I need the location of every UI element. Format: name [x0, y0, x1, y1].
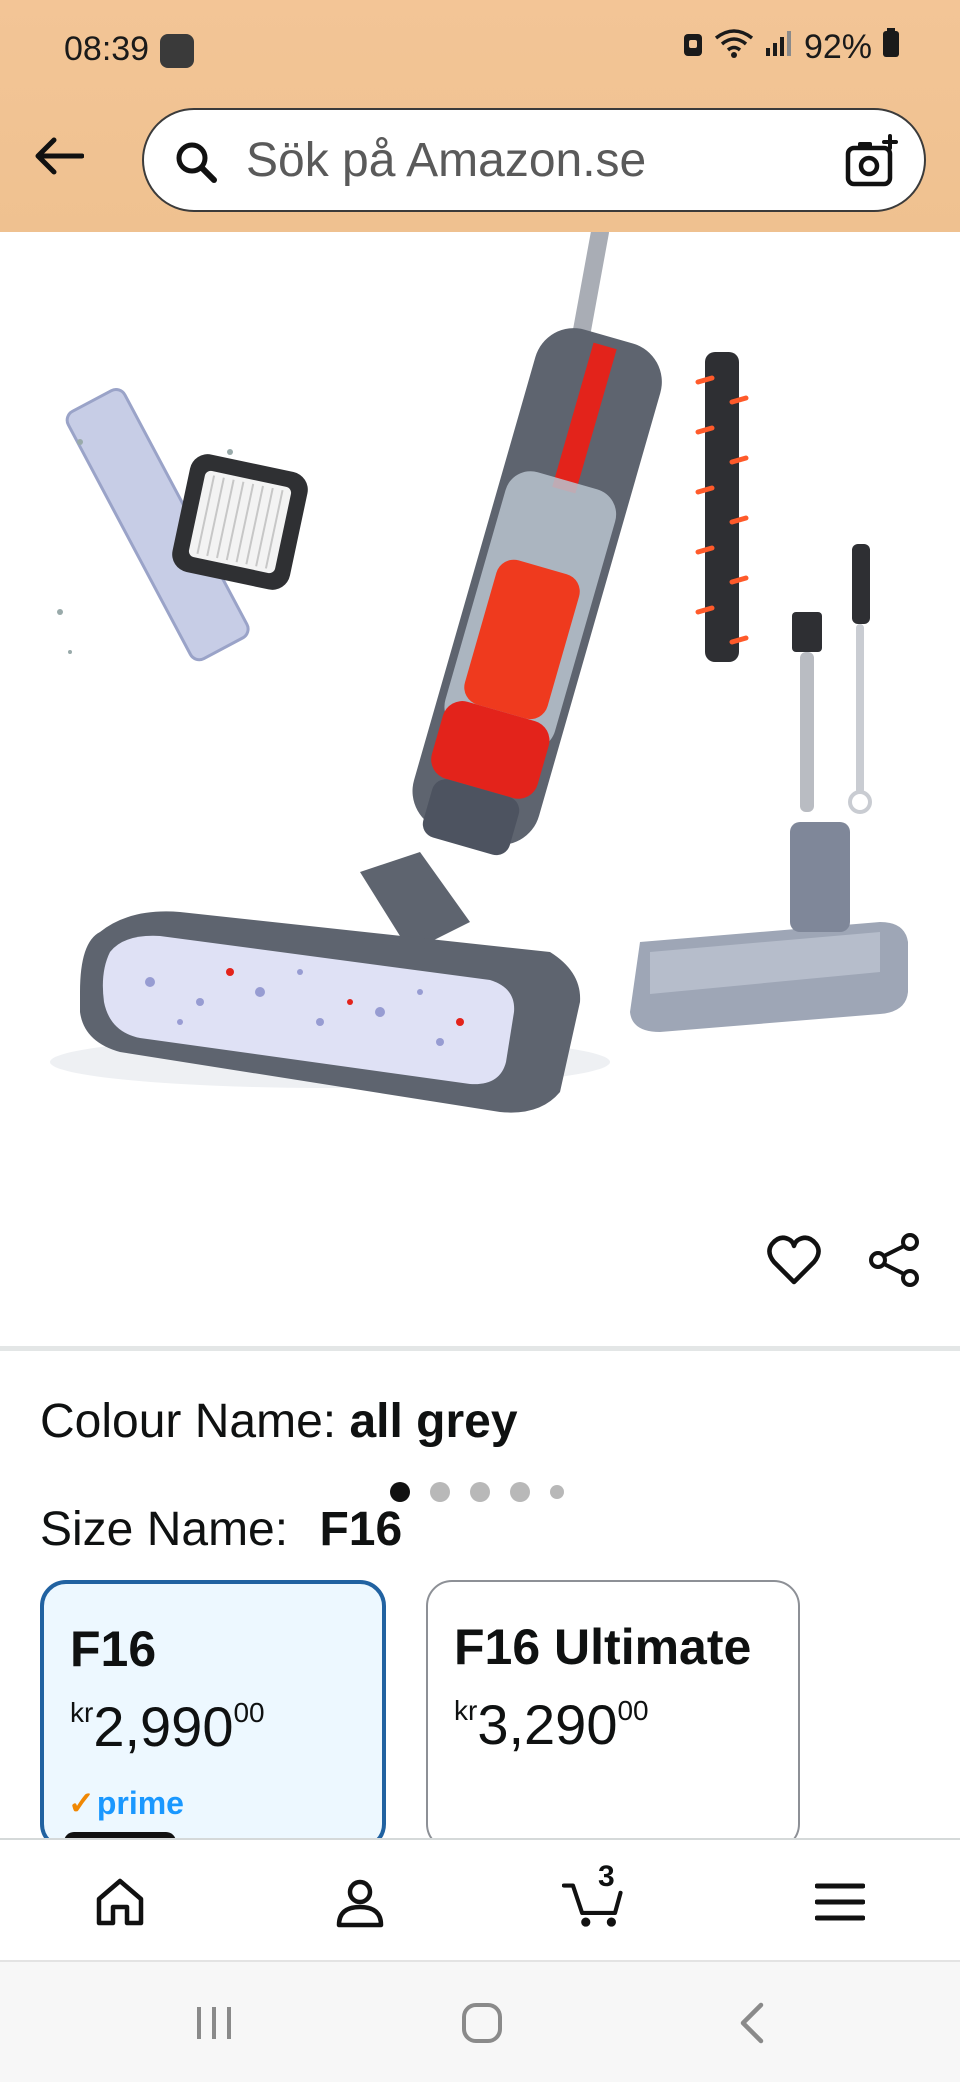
search-bar[interactable]: [142, 108, 926, 212]
notification-app-icon: [160, 34, 194, 68]
back-button[interactable]: [28, 126, 88, 186]
colour-value: all grey: [349, 1395, 518, 1448]
size-option-name: F16: [70, 1621, 157, 1677]
header: 08:39 92%: [0, 0, 960, 232]
section-divider: [0, 1346, 960, 1351]
size-label: Size Name:: [40, 1503, 289, 1556]
image-pagination[interactable]: [390, 1482, 564, 1502]
size-option-name: F16 Ultimate: [454, 1619, 752, 1675]
size-option-f16[interactable]: F16 kr2,99000 ✓prime: [40, 1580, 386, 1850]
cart-count-badge: 3: [598, 1860, 615, 1893]
size-option-price: kr3,29000: [454, 1692, 649, 1757]
menu-icon[interactable]: [808, 1870, 872, 1934]
battery-percent: 92%: [803, 28, 872, 66]
size-option-f16-ultimate[interactable]: F16 Ultimate kr3,29000: [426, 1580, 800, 1850]
image-dot-2[interactable]: [430, 1482, 450, 1502]
search-icon: [174, 140, 218, 189]
colour-name-row: Colour Name: all grey: [40, 1394, 518, 1449]
image-dot-5[interactable]: [550, 1485, 564, 1499]
camera-search-icon[interactable]: [844, 134, 900, 195]
battery-icon: [882, 28, 900, 67]
prime-label: prime: [96, 1785, 184, 1821]
price-fraction: 00: [617, 1695, 649, 1726]
product-image: [50, 232, 908, 1113]
price-currency: kr: [70, 1697, 94, 1728]
cart-icon[interactable]: [562, 1870, 626, 1934]
price-whole: 2,990: [93, 1695, 234, 1758]
image-dot-3[interactable]: [470, 1482, 490, 1502]
lock-app-icon: [682, 28, 704, 67]
home-icon[interactable]: [88, 1870, 152, 1934]
status-right: 92%: [682, 28, 900, 67]
price-fraction: 00: [233, 1697, 265, 1728]
image-dot-4[interactable]: [510, 1482, 530, 1502]
size-option-price: kr2,99000: [70, 1694, 265, 1759]
price-currency: kr: [454, 1695, 478, 1726]
wishlist-heart-icon[interactable]: [766, 1232, 822, 1293]
size-name-row: Size Name: F16: [40, 1502, 402, 1557]
back-system-icon[interactable]: [722, 1998, 782, 2048]
system-navigation-bar: [0, 1960, 960, 2082]
status-time: 08:39: [64, 30, 150, 68]
size-value: F16: [319, 1503, 403, 1556]
colour-label: Colour Name:: [40, 1395, 337, 1448]
prime-badge: ✓prime: [68, 1784, 184, 1822]
arrow-left-icon: [35, 137, 84, 175]
account-icon[interactable]: [328, 1870, 392, 1934]
bottom-navigation: [0, 1838, 960, 1962]
share-icon[interactable]: [866, 1232, 922, 1293]
price-whole: 3,290: [477, 1693, 618, 1756]
image-dot-1[interactable]: [390, 1482, 410, 1502]
recent-apps-icon[interactable]: [184, 1998, 244, 2048]
product-image-gallery[interactable]: [0, 232, 960, 1502]
home-system-icon[interactable]: [452, 1998, 512, 2048]
prime-check-icon: ✓: [68, 1785, 95, 1821]
wifi-icon: [714, 28, 754, 67]
signal-icon: [764, 28, 794, 67]
status-bar: 08:39 92%: [0, 0, 960, 100]
search-input[interactable]: [246, 128, 766, 192]
